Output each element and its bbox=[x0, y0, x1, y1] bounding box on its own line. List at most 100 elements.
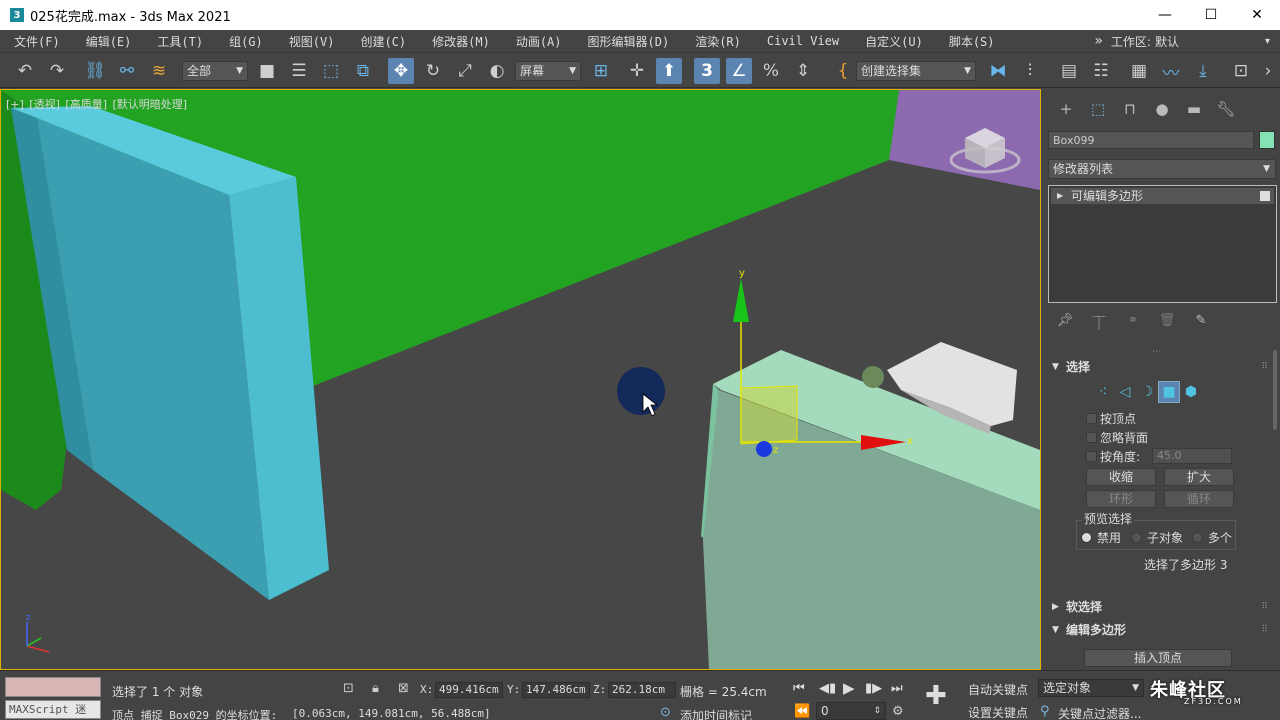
placement-icon[interactable]: ◐ bbox=[484, 58, 510, 84]
menu-views[interactable]: 视图(V) bbox=[275, 33, 347, 50]
preview-multi-radio[interactable]: 多个 bbox=[1192, 529, 1232, 546]
maxscript-listener-top[interactable] bbox=[5, 677, 101, 697]
configure-sets-icon[interactable]: ✎ bbox=[1184, 313, 1218, 333]
hierarchy-tab-icon[interactable]: ⊓ bbox=[1114, 96, 1146, 122]
modifier-list-dropdown[interactable]: 修改器列表 ▼ bbox=[1048, 159, 1276, 179]
by-vertex-checkbox[interactable]: 按顶点 bbox=[1086, 410, 1136, 427]
spinner-snap-icon[interactable]: ⇕ bbox=[790, 58, 816, 84]
selection-lock-icon[interactable]: 🔒︎ bbox=[372, 681, 379, 696]
next-frame-icon[interactable]: ▮▶ bbox=[865, 681, 882, 696]
perspective-viewport[interactable]: [+] [透视] [高质量] [默认明暗处理] y x z z bbox=[0, 89, 1041, 670]
viewport-menu[interactable]: [+] bbox=[6, 98, 24, 111]
play-icon[interactable]: ▶ bbox=[843, 679, 855, 697]
mirror-icon[interactable]: ⧓ bbox=[985, 58, 1011, 84]
ribbon-icon[interactable]: ▦ bbox=[1126, 58, 1152, 84]
ring-button[interactable]: 环形 bbox=[1086, 490, 1156, 508]
snaps-toggle-icon[interactable]: 3 bbox=[694, 58, 720, 84]
select-manipulate-icon[interactable]: ✛ bbox=[624, 58, 650, 84]
by-angle-checkbox[interactable]: 按角度: bbox=[1086, 448, 1140, 465]
stack-item-editable-poly[interactable]: ▶ 可编辑多边形 bbox=[1051, 188, 1274, 204]
pivot-center-icon[interactable]: ⊞ bbox=[588, 58, 614, 84]
remove-modifier-icon[interactable]: 🗑︎ bbox=[1150, 313, 1184, 333]
create-tab-icon[interactable]: + bbox=[1050, 96, 1082, 122]
set-key-plus-icon[interactable]: ✚ bbox=[925, 681, 947, 711]
scale-icon[interactable]: ⤢ bbox=[452, 58, 478, 84]
time-tag-icon[interactable]: ⊙ bbox=[660, 705, 671, 720]
angle-spinner[interactable]: 45.0 bbox=[1152, 448, 1232, 464]
menu-create[interactable]: 创建(C) bbox=[346, 33, 418, 50]
auto-key-button[interactable]: 自动关键点 bbox=[968, 681, 1028, 698]
workspace-dropdown[interactable]: 默认 bbox=[1155, 33, 1265, 50]
soft-selection-rollout-header[interactable]: ▶ 软选择 ⠿ bbox=[1048, 597, 1274, 617]
key-filters-button[interactable]: 关键点过滤器... bbox=[1058, 705, 1141, 720]
rect-selection-icon[interactable]: ⬚ bbox=[318, 58, 344, 84]
make-unique-icon[interactable]: ⚭ bbox=[1116, 313, 1150, 333]
absolute-mode-icon[interactable]: ⊠ bbox=[398, 681, 409, 696]
scene-explorer-icon[interactable]: ▤ bbox=[1056, 58, 1082, 84]
schematic-view-icon[interactable]: ⤓ bbox=[1190, 58, 1216, 84]
grow-button[interactable]: 扩大 bbox=[1164, 468, 1234, 486]
undo-icon[interactable]: ↶ bbox=[12, 58, 38, 84]
pin-stack-icon[interactable]: 📌︎ bbox=[1048, 313, 1082, 333]
viewport-label[interactable]: [+] [透视] [高质量] [默认明暗处理] bbox=[6, 96, 189, 112]
menu-tools[interactable]: 工具(T) bbox=[143, 33, 215, 50]
bind-space-warp-icon[interactable]: ≋ bbox=[146, 58, 172, 84]
edge-level-icon[interactable]: ◁ bbox=[1114, 381, 1136, 403]
key-mode-icon[interactable]: ⏪ bbox=[794, 704, 810, 719]
move-icon[interactable]: ✥ bbox=[388, 58, 414, 84]
modifier-toggle-icon[interactable] bbox=[1260, 191, 1270, 201]
time-config-icon[interactable]: ⚙ bbox=[892, 704, 904, 719]
chevron-down-icon[interactable]: ▾ bbox=[1265, 36, 1270, 47]
menu-civil-view[interactable]: Civil View bbox=[753, 34, 851, 48]
edit-polygons-rollout-header[interactable]: ▼ 编辑多边形 ⠿ bbox=[1048, 620, 1274, 640]
modify-tab-icon[interactable]: ⬚ bbox=[1082, 96, 1114, 122]
current-frame-field[interactable]: 0 ⇕ bbox=[816, 702, 886, 720]
insert-vertex-button[interactable]: 插入顶点 bbox=[1084, 649, 1232, 667]
selection-filter-dropdown[interactable]: 全部 ▼ bbox=[182, 61, 248, 81]
utilities-tab-icon[interactable]: 🔧︎ bbox=[1210, 96, 1242, 122]
menu-group[interactable]: 组(G) bbox=[215, 33, 275, 50]
menu-graph-editors[interactable]: 图形编辑器(D) bbox=[574, 33, 682, 50]
z-coord-field[interactable]: 262.18cm bbox=[608, 682, 676, 698]
toolbar-more-icon[interactable]: › bbox=[1258, 58, 1278, 84]
reference-coord-dropdown[interactable]: 屏幕 ▼ bbox=[515, 61, 581, 81]
maxscript-listener-input[interactable]: MAXScript 迷 bbox=[5, 700, 101, 719]
menu-animation[interactable]: 动画(A) bbox=[502, 33, 574, 50]
keyboard-shortcut-override-icon[interactable]: ⬆ bbox=[656, 58, 682, 84]
layer-explorer-icon[interactable]: ☷ bbox=[1088, 58, 1114, 84]
select-object-icon[interactable]: ■ bbox=[254, 58, 280, 84]
menu-rendering[interactable]: 渲染(R) bbox=[681, 33, 753, 50]
rotate-icon[interactable]: ↻ bbox=[420, 58, 446, 84]
add-time-tag-text[interactable]: 添加时间标记 bbox=[680, 707, 752, 720]
viewport-quality[interactable]: [高质量] bbox=[65, 98, 107, 111]
key-filter-icon[interactable]: ⚲ bbox=[1040, 704, 1050, 719]
ignore-backface-checkbox[interactable]: 忽略背面 bbox=[1086, 429, 1148, 446]
link-icon[interactable]: ⛓ bbox=[82, 58, 108, 84]
x-coord-field[interactable]: 499.416cm bbox=[435, 682, 503, 698]
viewport-pov[interactable]: [透视] bbox=[29, 98, 60, 111]
go-to-end-icon[interactable]: ⏭ bbox=[891, 681, 903, 696]
viewport-shading[interactable]: [默认明暗处理] bbox=[113, 98, 188, 111]
polygon-level-icon[interactable]: ■ bbox=[1158, 381, 1180, 403]
show-end-result-icon[interactable]: ⏉ bbox=[1082, 313, 1116, 333]
selected-object-dropdown[interactable]: 选定对象 ▼ bbox=[1038, 679, 1144, 697]
minimize-button[interactable]: — bbox=[1142, 0, 1188, 30]
go-to-start-icon[interactable]: ⏮ bbox=[793, 681, 805, 696]
unlink-icon[interactable]: ⚯ bbox=[114, 58, 140, 84]
y-coord-field[interactable]: 147.486cm bbox=[522, 682, 590, 698]
selection-rollout-header[interactable]: ▼ 选择 ⠿ bbox=[1048, 357, 1274, 377]
object-name-field[interactable]: Box099 bbox=[1048, 131, 1254, 149]
menu-scripting[interactable]: 脚本(S) bbox=[935, 33, 1007, 50]
set-key-button[interactable]: 设置关键点 bbox=[968, 704, 1028, 720]
redo-icon[interactable]: ↷ bbox=[44, 58, 70, 84]
menu-customize[interactable]: 自定义(U) bbox=[851, 33, 935, 50]
menu-edit[interactable]: 编辑(E) bbox=[72, 33, 144, 50]
loop-button[interactable]: 循环 bbox=[1164, 490, 1234, 508]
display-tab-icon[interactable]: ▬ bbox=[1178, 96, 1210, 122]
menu-modifiers[interactable]: 修改器(M) bbox=[418, 33, 502, 50]
panel-divider[interactable]: ⋯ bbox=[1152, 347, 1161, 357]
menu-file[interactable]: 文件(F) bbox=[0, 33, 72, 50]
previous-frame-icon[interactable]: ◀▮ bbox=[819, 681, 836, 696]
preview-off-radio[interactable]: 禁用 bbox=[1081, 529, 1121, 546]
expand-icon[interactable]: ▶ bbox=[1057, 188, 1063, 204]
